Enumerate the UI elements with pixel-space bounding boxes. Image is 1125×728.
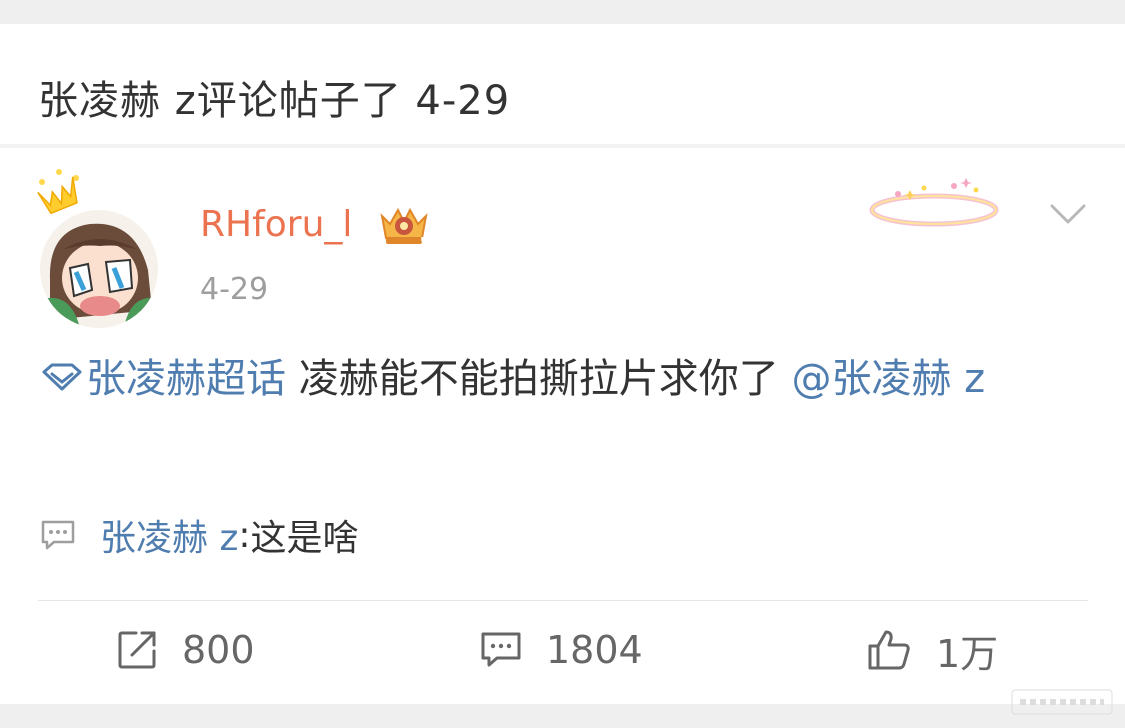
like-count: 1万 xyxy=(936,631,999,676)
decorative-halo-icon xyxy=(869,178,999,227)
post-body-text: 凌赫能不能拍撕拉片求你了 xyxy=(286,356,792,402)
crown-icon xyxy=(37,169,79,214)
reply-preview[interactable]: 张凌赫 z : 这是啥 xyxy=(40,510,359,560)
top-strip xyxy=(0,0,1125,24)
repost-button[interactable]: 800 xyxy=(116,622,255,678)
reply-text: 这是啥 xyxy=(250,518,359,559)
bottom-strip xyxy=(0,704,1125,728)
diamond-topic-icon xyxy=(42,363,82,391)
repost-icon xyxy=(118,631,156,669)
reply-username-link[interactable]: 张凌赫 z xyxy=(100,509,238,561)
username-link[interactable]: RHforu_l xyxy=(200,204,352,245)
svg-text:5: 5 xyxy=(420,235,428,248)
comment-count: 1804 xyxy=(546,628,643,672)
post-timestamp: 4-29 xyxy=(200,272,269,307)
like-button[interactable]: 1万 xyxy=(866,622,998,678)
avatar-container[interactable] xyxy=(34,168,164,328)
reply-separator: : xyxy=(238,514,251,556)
vip-level-badge-icon[interactable]: 5 xyxy=(376,202,432,248)
page-header: 张凌赫 z评论帖子了 4-29 xyxy=(0,24,1125,144)
post-content: 张凌赫超话 凌赫能不能拍撕拉片求你了 @张凌赫 z xyxy=(40,344,1090,414)
watermark-icon xyxy=(1011,689,1113,715)
comment-icon xyxy=(41,520,75,550)
topic-link[interactable]: 张凌赫超话 xyxy=(40,356,286,402)
topic-link-label: 张凌赫超话 xyxy=(86,356,286,402)
mention-link[interactable]: @张凌赫 z xyxy=(791,356,985,402)
comment-action-icon xyxy=(481,632,521,667)
page-title: 张凌赫 z评论帖子了 4-29 xyxy=(38,78,511,124)
avatar[interactable] xyxy=(40,210,158,328)
chevron-down-icon[interactable] xyxy=(1048,200,1088,228)
post-card: RHforu_l 5 4-29 张凌赫超话 凌赫能不能拍撕拉片求你了 @张凌赫 … xyxy=(0,148,1125,704)
comment-button[interactable]: 1804 xyxy=(480,622,643,678)
repost-count: 800 xyxy=(182,628,255,672)
divider xyxy=(38,600,1088,601)
thumbs-up-icon xyxy=(868,630,910,670)
